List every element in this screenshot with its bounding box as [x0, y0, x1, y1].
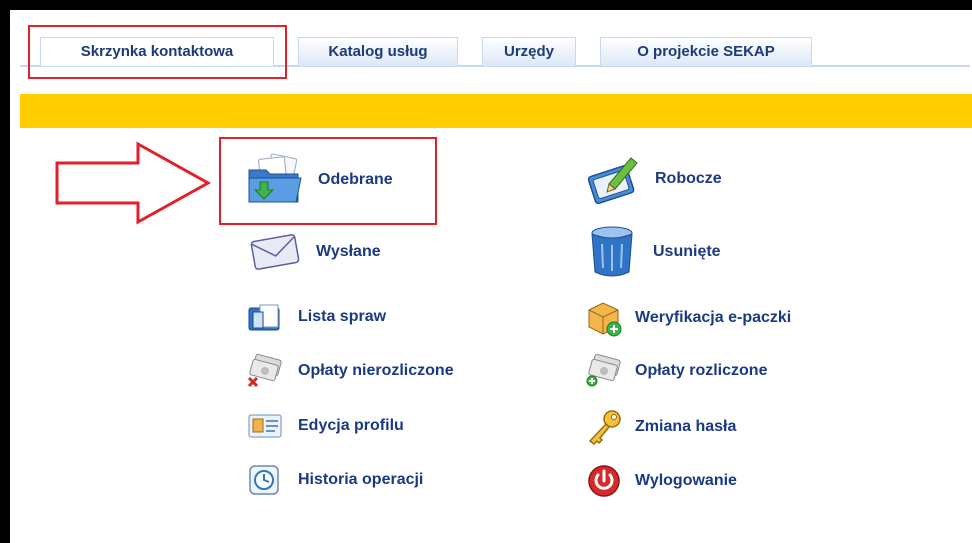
tab-katalog-uslug[interactable]: Katalog usług — [298, 37, 458, 66]
profile-card-icon — [248, 413, 282, 439]
unsettled-payments-icon — [246, 354, 282, 388]
menu-item-oplaty-nierozliczone[interactable]: Opłaty nierozliczone — [246, 354, 454, 388]
menu-item-label: Historia operacji — [298, 471, 424, 488]
menu-item-label: Edycja profilu — [298, 417, 404, 434]
settled-payments-icon — [585, 354, 621, 388]
menu-item-lista-spraw[interactable]: Lista spraw — [248, 302, 386, 332]
menu-item-label: Zmiana hasła — [635, 418, 737, 435]
clock-history-icon — [248, 464, 282, 496]
pointer-arrow-annotation — [55, 141, 212, 225]
menu-item-label: Lista spraw — [298, 308, 387, 325]
menu-item-edycja-profilu[interactable]: Edycja profilu — [248, 413, 404, 439]
frame-border-left — [0, 0, 10, 543]
menu-item-label: Usunięte — [653, 243, 721, 260]
frame-border-top — [0, 0, 972, 10]
menu-item-robocze[interactable]: Robocze — [585, 152, 722, 206]
menu-item-label: Opłaty rozliczone — [635, 362, 768, 379]
tab-urzedy[interactable]: Urzędy — [482, 37, 576, 66]
draft-pen-icon — [585, 152, 641, 206]
yellow-header-band — [20, 94, 972, 128]
menu-item-wylogowanie[interactable]: Wylogowanie — [585, 462, 737, 500]
menu-item-zmiana-hasla[interactable]: Zmiana hasła — [585, 408, 736, 446]
menu-item-label: Weryfikacja e-paczki — [635, 309, 792, 326]
menu-item-oplaty-rozliczone[interactable]: Opłaty rozliczone — [585, 354, 767, 388]
menu-item-label: Wysłane — [316, 243, 381, 260]
trash-bin-icon — [585, 224, 639, 280]
key-icon — [585, 408, 623, 446]
menu-item-wyslane[interactable]: Wysłane — [248, 232, 381, 272]
package-verify-icon — [585, 298, 625, 338]
menu-item-historia-operacji[interactable]: Historia operacji — [248, 464, 423, 496]
menu-item-usuniete[interactable]: Usunięte — [585, 224, 721, 280]
case-list-icon — [248, 302, 282, 332]
folder-inbox-icon — [246, 152, 306, 208]
menu-item-label: Wylogowanie — [635, 472, 737, 489]
tab-highlight-annotation — [28, 25, 287, 79]
menu-item-label: Odebrane — [318, 171, 393, 188]
menu-item-odebrane[interactable]: Odebrane — [246, 152, 393, 208]
power-icon — [585, 462, 623, 500]
menu-item-weryfikacja-e-paczki[interactable]: Weryfikacja e-paczki — [585, 298, 791, 338]
tab-o-projekcie-sekap[interactable]: O projekcie SEKAP — [600, 37, 812, 66]
menu-item-label: Robocze — [655, 170, 722, 187]
envelope-icon — [248, 232, 302, 272]
menu-item-label: Opłaty nierozliczone — [298, 362, 454, 379]
